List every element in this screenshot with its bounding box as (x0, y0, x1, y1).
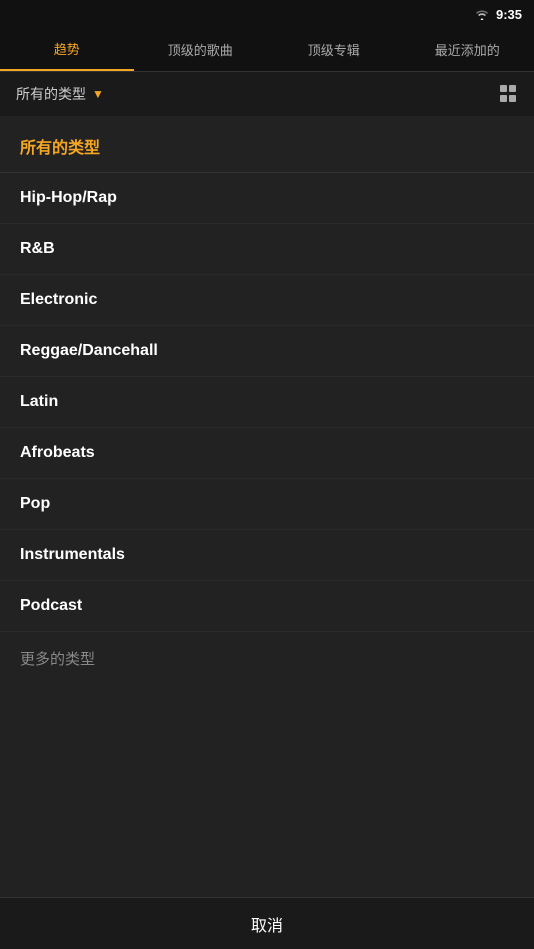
genre-item-latin[interactable]: Latin (0, 377, 534, 428)
genre-item-pop[interactable]: Pop (0, 479, 534, 530)
filter-bar: 所有的类型 ▼ (0, 72, 534, 116)
genre-item-podcast[interactable]: Podcast (0, 581, 534, 632)
tab-top-albums[interactable]: 顶级专辑 (267, 28, 401, 71)
cancel-button[interactable]: 取消 (251, 912, 283, 936)
clock: 9:35 (496, 7, 522, 22)
genre-item-reggae-dancehall[interactable]: Reggae/Dancehall (0, 326, 534, 377)
tab-recently-added[interactable]: 最近添加的 (401, 28, 534, 71)
genre-item-afrobeats[interactable]: Afrobeats (0, 428, 534, 479)
tab-trending[interactable]: 趋势 (0, 28, 134, 71)
filter-selector[interactable]: 所有的类型 ▼ (16, 84, 104, 104)
dropdown-title: 所有的类型 (20, 134, 514, 158)
chevron-down-icon: ▼ (92, 87, 104, 101)
nav-tabs: 趋势 顶级的歌曲 顶级专辑 最近添加的 (0, 28, 534, 72)
genre-item-more[interactable]: 更多的类型 (0, 632, 534, 685)
dropdown-header: 所有的类型 (0, 116, 534, 173)
cancel-bar: 取消 (0, 897, 534, 949)
wifi-icon (474, 8, 490, 20)
genre-dropdown: 所有的类型 Hip-Hop/Rap R&B Electronic Reggae/… (0, 116, 534, 949)
genre-item-hip-hop-rap[interactable]: Hip-Hop/Rap (0, 173, 534, 224)
status-bar: 9:35 (0, 0, 534, 28)
filter-label: 所有的类型 (16, 84, 86, 104)
tab-top-songs[interactable]: 顶级的歌曲 (134, 28, 268, 71)
grid-view-icon[interactable] (500, 85, 518, 103)
genre-item-electronic[interactable]: Electronic (0, 275, 534, 326)
genre-item-rnb[interactable]: R&B (0, 224, 534, 275)
genre-item-instrumentals[interactable]: Instrumentals (0, 530, 534, 581)
